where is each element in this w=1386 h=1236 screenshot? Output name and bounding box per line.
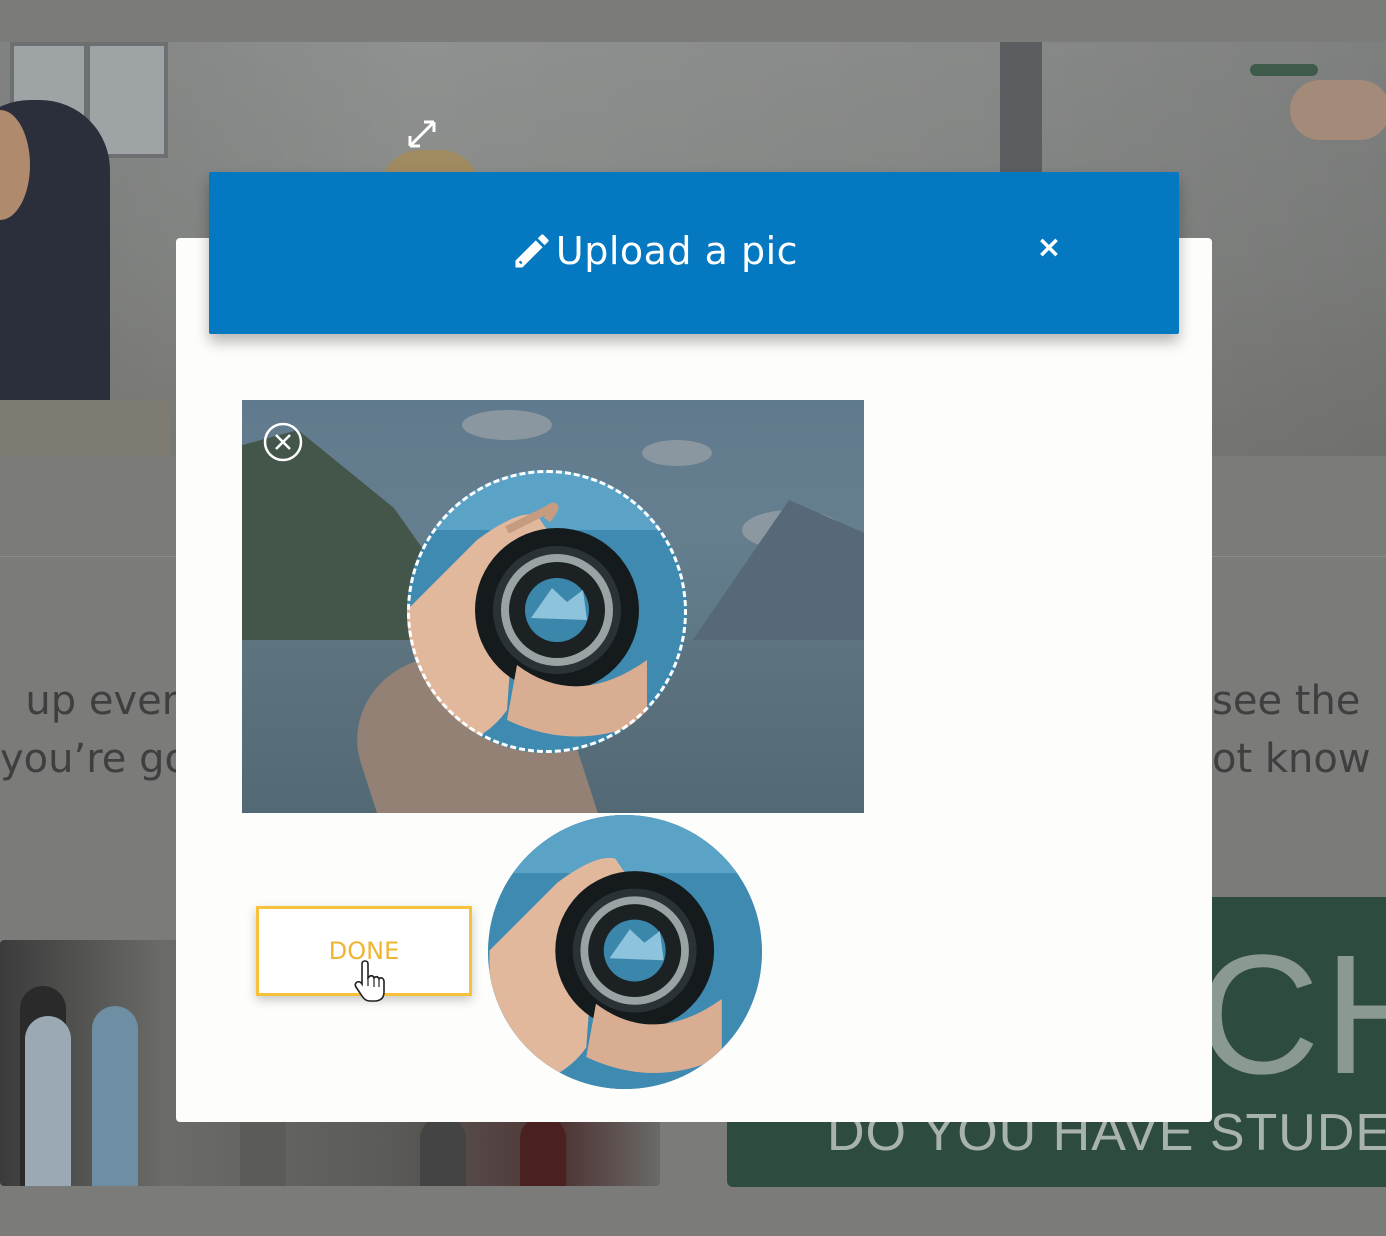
banner-big-text: CH bbox=[1197, 920, 1386, 1110]
remove-image-icon[interactable] bbox=[262, 421, 304, 463]
photo-figure bbox=[520, 1116, 566, 1186]
background-text-right: see the ot know bbox=[1212, 678, 1371, 782]
hero-person-right-hand bbox=[1290, 80, 1386, 140]
avatar-preview-image bbox=[489, 815, 761, 1089]
avatar-preview bbox=[488, 815, 762, 1089]
crop-selection-border[interactable] bbox=[407, 470, 687, 753]
modal-title-group: Upload a pic bbox=[510, 229, 798, 273]
background-top-bar bbox=[0, 0, 1386, 42]
modal-title: Upload a pic bbox=[555, 229, 799, 273]
background-divider-right bbox=[1212, 556, 1386, 557]
image-crop-area[interactable] bbox=[242, 400, 864, 813]
photo-figure bbox=[92, 1006, 138, 1186]
photo-figure bbox=[420, 1116, 466, 1186]
hero-board-shape bbox=[1000, 42, 1042, 172]
background-divider-left bbox=[0, 556, 178, 557]
hero-desk bbox=[0, 400, 170, 456]
pencil-icon bbox=[515, 234, 549, 268]
photo-figure bbox=[25, 1016, 71, 1186]
close-icon[interactable]: × bbox=[1030, 228, 1068, 266]
done-button[interactable]: DONE bbox=[256, 906, 472, 996]
resize-handle-icon[interactable] bbox=[402, 114, 442, 154]
background-text-left: up ever you’re go , bbox=[0, 678, 178, 822]
hero-marker bbox=[1250, 64, 1318, 76]
